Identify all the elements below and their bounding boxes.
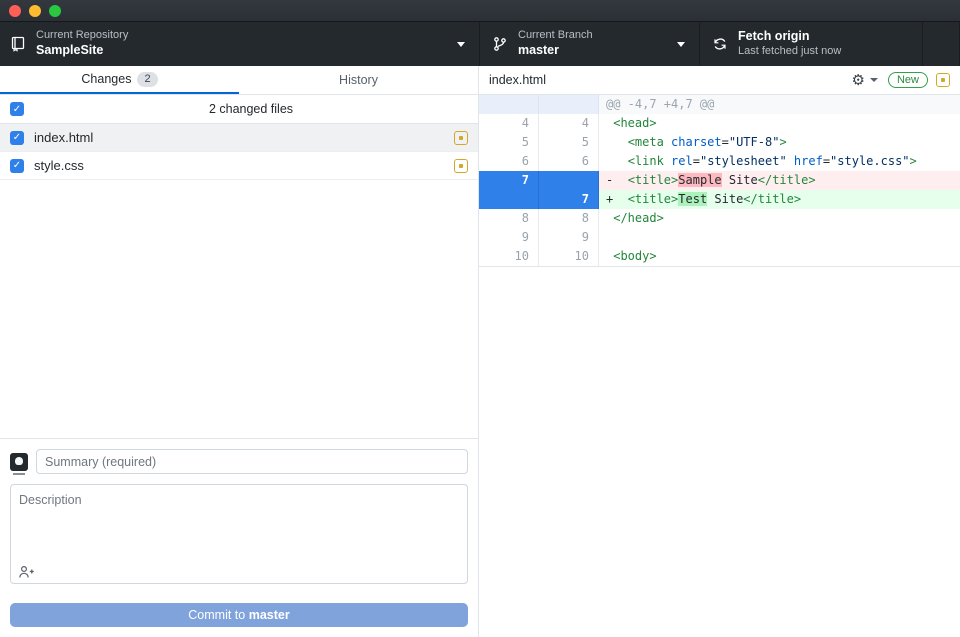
new-badge: New [888, 72, 928, 88]
new-line-number[interactable]: 7 [539, 190, 599, 209]
diff-row[interactable]: 55 <meta charset="UTF-8"> [479, 133, 960, 152]
file-checkbox[interactable]: ✓ [10, 159, 24, 173]
diff-row[interactable]: 44 <head> [479, 114, 960, 133]
toolbar-spacer [923, 22, 960, 66]
chevron-down-icon [677, 42, 685, 47]
sidebar-tabbar: Changes 2 History [0, 66, 478, 95]
current-branch-value: master [518, 43, 593, 59]
commit-button[interactable]: Commit to master [10, 603, 468, 627]
old-line-number[interactable]: 7 [479, 171, 539, 190]
fetch-origin-sublabel: Last fetched just now [738, 45, 841, 59]
diff-code-line: - <title>Sample Site</title> [599, 171, 960, 190]
select-all-checkbox[interactable]: ✓ [10, 102, 24, 116]
current-repository-label: Current Repository [36, 29, 128, 43]
diff-row[interactable]: 1010 <body> [479, 247, 960, 266]
fetch-origin-label: Fetch origin [738, 29, 841, 45]
modified-status-icon [454, 159, 468, 173]
new-line-number[interactable]: 9 [539, 228, 599, 247]
old-line-number[interactable]: 10 [479, 247, 539, 266]
changed-files-count: 2 changed files [34, 102, 468, 116]
toolbar: Current Repository SampleSite Current Br… [0, 22, 960, 66]
diff-file-name: index.html [489, 73, 852, 87]
tab-history-label: History [339, 73, 378, 87]
commit-summary-input[interactable] [36, 449, 468, 474]
old-line-number[interactable] [479, 190, 539, 209]
close-window-button[interactable] [9, 5, 21, 17]
new-line-number[interactable]: 6 [539, 152, 599, 171]
diff-code-line: <body> [599, 247, 960, 266]
commit-form: Commit to master [0, 438, 478, 637]
user-avatar[interactable] [10, 453, 28, 471]
github-desktop-window: Current Repository SampleSite Current Br… [0, 0, 960, 637]
file-list-spacer [0, 180, 478, 438]
diff-header: index.html ⚙ New [479, 66, 960, 95]
fetch-origin-button[interactable]: Fetch origin Last fetched just now [700, 22, 923, 66]
sync-icon [712, 36, 728, 52]
titlebar [0, 0, 960, 22]
file-name: index.html [34, 130, 454, 145]
main-content: Changes 2 History ✓ 2 changed files ✓ in… [0, 66, 960, 637]
modified-status-icon [936, 73, 950, 87]
current-repository-dropdown[interactable]: Current Repository SampleSite [0, 22, 480, 66]
new-line-number[interactable]: 4 [539, 114, 599, 133]
old-line-number[interactable] [479, 95, 539, 114]
chevron-down-icon [457, 42, 465, 47]
hunk-header: @@ -4,7 +4,7 @@ [599, 95, 960, 114]
diff-body: @@ -4,7 +4,7 @@44 <head>55 <meta charset… [479, 95, 960, 267]
old-line-number[interactable]: 5 [479, 133, 539, 152]
diff-code-line [599, 228, 960, 247]
new-line-number[interactable] [539, 95, 599, 114]
old-line-number[interactable]: 6 [479, 152, 539, 171]
repo-book-icon [10, 36, 26, 52]
diff-row[interactable]: 7+ <title>Test Site</title> [479, 190, 960, 209]
diff-code-line: <head> [599, 114, 960, 133]
new-line-number[interactable] [539, 171, 599, 190]
diff-row[interactable]: 99 [479, 228, 960, 247]
changed-files-header: ✓ 2 changed files [0, 95, 478, 124]
diff-row[interactable]: 66 <link rel="stylesheet" href="style.cs… [479, 152, 960, 171]
file-row-style-css[interactable]: ✓ style.css [0, 152, 478, 180]
minimize-window-button[interactable] [29, 5, 41, 17]
modified-status-icon [454, 131, 468, 145]
diff-panel: index.html ⚙ New @@ -4,7 +4,7 @@44 <head… [479, 66, 960, 637]
diff-row[interactable]: @@ -4,7 +4,7 @@ [479, 95, 960, 114]
diff-row[interactable]: 7 - <title>Sample Site</title> [479, 171, 960, 190]
file-name: style.css [34, 158, 454, 173]
new-line-number[interactable]: 10 [539, 247, 599, 266]
tab-changes[interactable]: Changes 2 [0, 66, 239, 94]
chevron-down-icon[interactable] [870, 78, 878, 82]
new-line-number[interactable]: 8 [539, 209, 599, 228]
changes-count-badge: 2 [137, 72, 157, 87]
gear-icon[interactable]: ⚙ [852, 73, 865, 88]
tab-changes-label: Changes [81, 72, 131, 86]
zoom-window-button[interactable] [49, 5, 61, 17]
new-line-number[interactable]: 5 [539, 133, 599, 152]
old-line-number[interactable]: 9 [479, 228, 539, 247]
current-repository-value: SampleSite [36, 43, 128, 59]
changes-sidebar: Changes 2 History ✓ 2 changed files ✓ in… [0, 66, 479, 637]
current-branch-label: Current Branch [518, 29, 593, 43]
add-coauthor-icon[interactable] [18, 565, 36, 579]
diff-row[interactable]: 88 </head> [479, 209, 960, 228]
tab-history[interactable]: History [239, 66, 478, 94]
diff-code-line: + <title>Test Site</title> [599, 190, 960, 209]
diff-code-line: <meta charset="UTF-8"> [599, 133, 960, 152]
file-checkbox[interactable]: ✓ [10, 131, 24, 145]
commit-description-input[interactable] [10, 484, 468, 584]
old-line-number[interactable]: 8 [479, 209, 539, 228]
diff-code-line: </head> [599, 209, 960, 228]
diff-code-line: <link rel="stylesheet" href="style.css"> [599, 152, 960, 171]
old-line-number[interactable]: 4 [479, 114, 539, 133]
file-row-index-html[interactable]: ✓ index.html [0, 124, 478, 152]
current-branch-dropdown[interactable]: Current Branch master [480, 22, 700, 66]
git-branch-icon [492, 36, 508, 52]
diff-empty-area [479, 267, 960, 637]
